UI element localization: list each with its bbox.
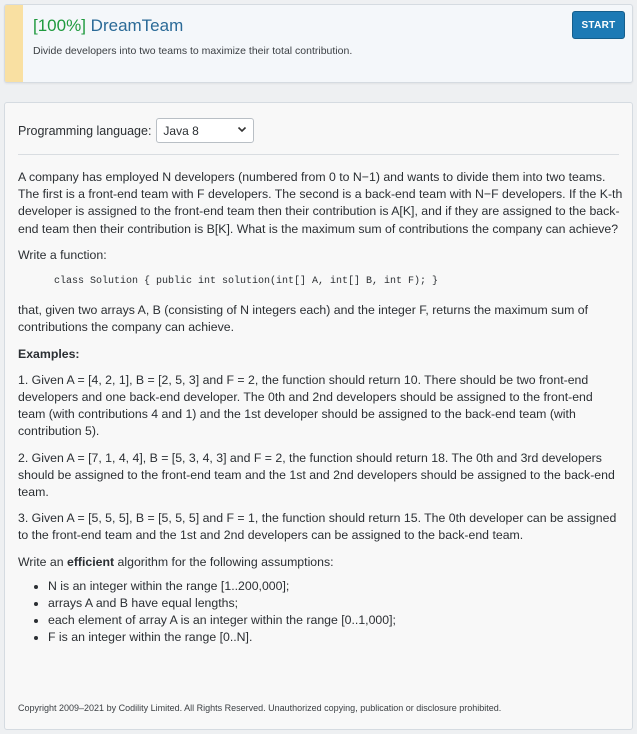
task-name: DreamTeam bbox=[90, 16, 184, 35]
efficient-word: efficient bbox=[66, 554, 115, 569]
function-signature: class Solution { public int solution(int… bbox=[54, 276, 439, 288]
task-title: [100%] DreamTeam bbox=[33, 16, 183, 36]
chevron-down-icon bbox=[237, 124, 247, 137]
assumption-item: N is an integer within the range [1..200… bbox=[48, 578, 623, 595]
accent-bar bbox=[5, 5, 23, 82]
task-description-card: Programming language: Java 8 A company h… bbox=[4, 102, 633, 730]
language-select[interactable]: Java 8 bbox=[156, 118, 255, 143]
assumption-item: arrays A and B have equal lengths; bbox=[48, 595, 623, 612]
divider bbox=[18, 154, 619, 155]
task-subtitle: Divide developers into two teams to maxi… bbox=[33, 45, 353, 57]
language-selected-value: Java 8 bbox=[163, 124, 199, 138]
statement-write-function: Write a function: bbox=[18, 247, 107, 262]
task-score: [100%] bbox=[33, 16, 86, 35]
efficient-line: Write an efficient algorithm for the fol… bbox=[18, 554, 334, 569]
task-header: [100%] DreamTeam Divide developers into … bbox=[4, 4, 633, 83]
example-3: 3. Given A = [5, 5, 5], B = [5, 5, 5] an… bbox=[18, 511, 617, 543]
assumptions-list: N is an integer within the range [1..200… bbox=[48, 578, 623, 647]
start-button[interactable]: START bbox=[572, 11, 625, 39]
language-label: Programming language: bbox=[18, 123, 152, 138]
statement-given: that, given two arrays A, B (consisting … bbox=[18, 303, 589, 335]
task-statement: A company has employed N developers (num… bbox=[18, 169, 623, 647]
assumption-item: F is an integer within the range [0..N]. bbox=[48, 629, 623, 646]
examples-heading: Examples: bbox=[18, 346, 80, 361]
assumption-item: each element of array A is an integer wi… bbox=[48, 612, 623, 629]
example-2: 2. Given A = [7, 1, 4, 4], B = [5, 3, 4,… bbox=[18, 450, 615, 500]
statement-intro: A company has employed N developers (num… bbox=[18, 170, 623, 236]
language-row: Programming language: Java 8 bbox=[18, 118, 255, 143]
example-1: 1. Given A = [4, 2, 1], B = [2, 5, 3] an… bbox=[18, 372, 593, 439]
copyright-notice: Copyright 2009–2021 by Codility Limited.… bbox=[18, 703, 502, 713]
